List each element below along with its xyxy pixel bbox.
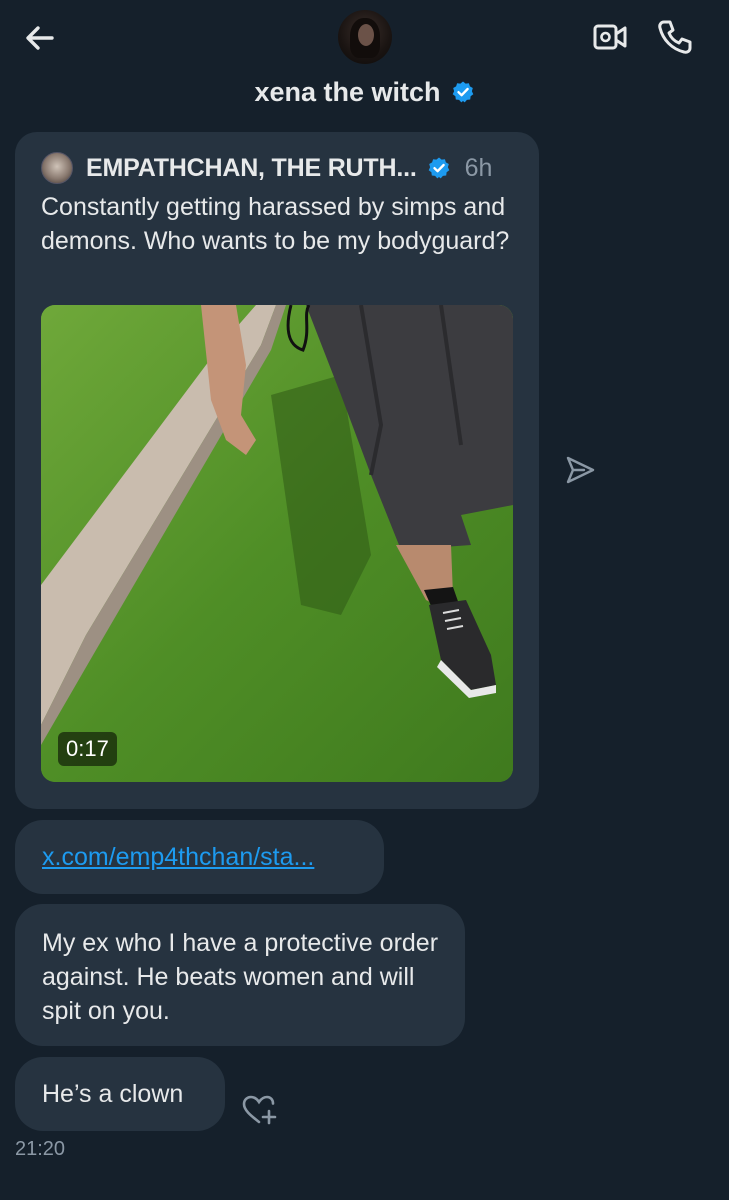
post-author-avatar — [41, 152, 73, 184]
post-link[interactable]: x.com/emp4thchan/sta... — [42, 840, 314, 874]
heart-plus-icon — [242, 1095, 277, 1125]
link-message[interactable]: x.com/emp4thchan/sta... — [15, 820, 384, 894]
share-button[interactable] — [564, 454, 596, 491]
message-bubble[interactable]: He’s a clown — [15, 1057, 225, 1131]
post-header: EMPATHCHAN, THE RUTH... 6h — [86, 150, 492, 186]
post-video[interactable] — [41, 305, 513, 782]
contact-name: xena the witch — [254, 76, 441, 107]
video-duration: 0:17 — [58, 732, 117, 766]
message-text: He’s a clown — [42, 1080, 184, 1108]
add-reaction-button[interactable] — [240, 1093, 278, 1132]
back-button[interactable] — [22, 20, 58, 56]
video-camera-icon — [593, 24, 627, 50]
message-text: My ex who I have a protective order agai… — [42, 929, 439, 1025]
verified-badge-icon — [428, 157, 449, 179]
contact-avatar[interactable] — [338, 10, 392, 64]
message-bubble[interactable]: My ex who I have a protective order agai… — [15, 904, 465, 1046]
post-author-name: EMPATHCHAN, THE RUTH... — [86, 153, 417, 182]
video-call-button[interactable] — [592, 22, 628, 52]
voice-call-button[interactable] — [656, 18, 694, 56]
send-icon — [566, 456, 595, 484]
verified-badge-icon — [452, 81, 473, 103]
post-text: Constantly getting harassed by simps and… — [41, 193, 510, 255]
phone-icon — [658, 20, 692, 54]
video-thumbnail — [41, 305, 513, 782]
conversation-header[interactable]: xena the witch — [0, 72, 729, 112]
post-timestamp: 6h — [464, 153, 493, 182]
message-timestamp: 21:20 — [15, 1138, 66, 1160]
arrow-left-icon — [26, 26, 54, 50]
